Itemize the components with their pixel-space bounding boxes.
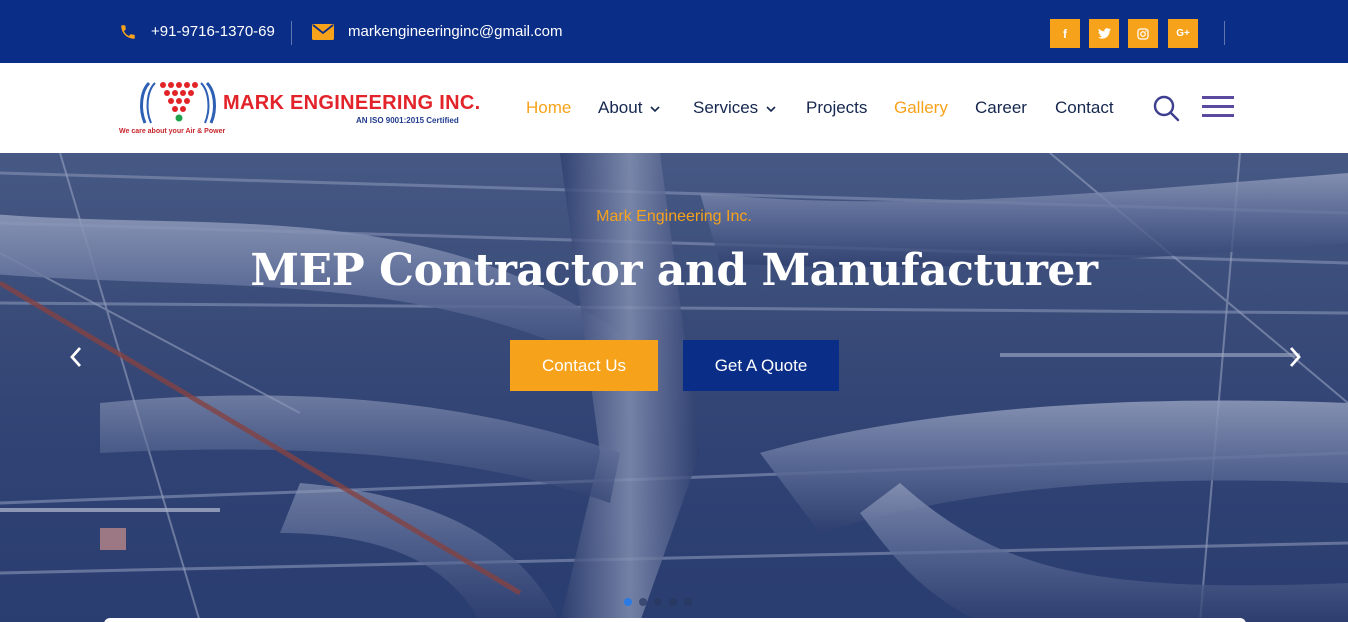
slider-dot[interactable] <box>684 598 692 606</box>
topbar-divider <box>291 21 292 45</box>
facebook-glyph: f <box>1063 26 1067 41</box>
slider-dot[interactable] <box>654 598 662 606</box>
slider-dot[interactable] <box>624 598 632 606</box>
nav-home-label: Home <box>526 98 572 117</box>
chevron-down-icon <box>650 98 661 118</box>
facebook-icon[interactable]: f <box>1050 19 1080 48</box>
company-logo[interactable]: MARK ENGINEERING INC. AN ISO 9001:2015 C… <box>119 79 481 141</box>
slider-prev-arrow-icon[interactable] <box>64 342 88 372</box>
logo-mark-icon <box>140 81 216 124</box>
hero-slider: Mark Engineering Inc. MEP Contractor and… <box>0 153 1348 622</box>
nav-contact[interactable]: Contact <box>1055 63 1114 153</box>
nav-projects-label: Projects <box>806 98 868 117</box>
search-icon[interactable] <box>1152 94 1180 122</box>
twitter-icon[interactable] <box>1089 19 1119 48</box>
get-quote-button[interactable]: Get A Quote <box>683 340 839 391</box>
hero-subtitle: Mark Engineering Inc. <box>596 208 752 225</box>
brand-name: MARK ENGINEERING INC. <box>223 92 481 114</box>
phone-number[interactable]: +91-9716-1370-69 <box>151 23 275 40</box>
phone-icon <box>119 23 137 41</box>
nav-gallery[interactable]: Gallery <box>894 63 948 153</box>
hamburger-menu-icon[interactable] <box>1202 95 1234 119</box>
email-address[interactable]: markengineeringinc@gmail.com <box>348 23 562 40</box>
nav-contact-label: Contact <box>1055 98 1114 117</box>
nav-gallery-label: Gallery <box>894 98 948 117</box>
nav-career[interactable]: Career <box>975 63 1027 153</box>
contact-us-button[interactable]: Contact Us <box>510 340 658 391</box>
slider-pagination <box>624 598 692 606</box>
hero-title: MEP Contractor and Manufacturer <box>250 245 1098 296</box>
top-bar: +91-9716-1370-69 markengineeringinc@gmai… <box>0 0 1348 63</box>
slider-dot[interactable] <box>639 598 647 606</box>
nav-career-label: Career <box>975 98 1027 117</box>
brand-tagline: We care about your Air & Power <box>119 128 226 135</box>
nav-home[interactable]: Home <box>526 63 571 153</box>
google-plus-glyph: G+ <box>1176 28 1190 39</box>
content-panel-edge <box>104 618 1246 622</box>
nav-projects[interactable]: Projects <box>806 63 867 153</box>
nav-services[interactable]: Services <box>693 63 776 153</box>
google-plus-icon[interactable]: G+ <box>1168 19 1198 48</box>
mail-icon <box>312 23 334 40</box>
phone-contact[interactable]: +91-9716-1370-69 <box>119 0 275 63</box>
email-contact[interactable]: markengineeringinc@gmail.com <box>312 0 562 63</box>
nav-services-label: Services <box>693 98 759 117</box>
slider-dot[interactable] <box>669 598 677 606</box>
nav-about-label: About <box>598 98 643 117</box>
chevron-down-icon <box>766 98 776 118</box>
slider-next-arrow-icon[interactable] <box>1283 342 1307 372</box>
certification-text: AN ISO 9001:2015 Certified <box>356 116 459 125</box>
nav-about[interactable]: About <box>598 63 661 153</box>
topbar-divider-right <box>1224 21 1225 45</box>
main-header: MARK ENGINEERING INC. AN ISO 9001:2015 C… <box>0 63 1348 153</box>
instagram-icon[interactable] <box>1128 19 1158 48</box>
